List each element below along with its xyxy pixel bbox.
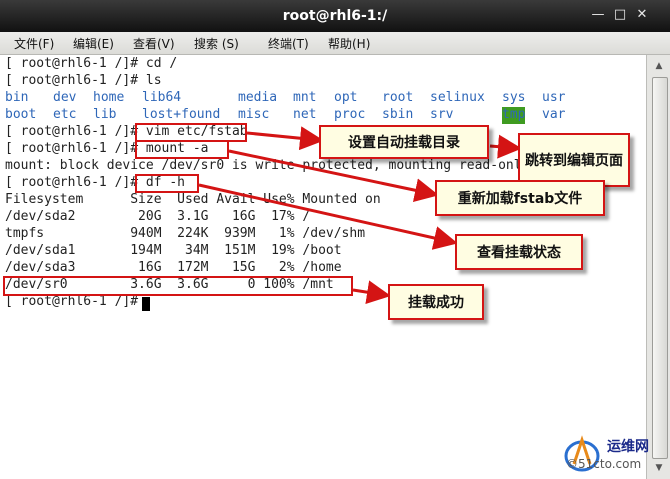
callout-check-mount: 查看挂载状态 [455, 234, 583, 270]
ls-entry: root [382, 90, 414, 105]
ls-entry: lib [93, 107, 117, 122]
ls-entry-highlighted: tmp [502, 107, 526, 124]
ls-entry: selinux [430, 90, 485, 105]
callout-jump-to-edit: 跳转到编辑页面 [518, 133, 630, 187]
callout-reload-fstab: 重新加载fstab文件 [435, 180, 605, 216]
window-titlebar: root@rhl6-1:/ — □ ✕ [0, 0, 670, 32]
vertical-scrollbar[interactable]: ▲ ▼ [646, 55, 670, 479]
ls-entry: mnt [293, 90, 317, 105]
ls-entry: lost+found [142, 107, 221, 122]
menu-file[interactable]: 文件(F) [14, 35, 54, 52]
terminal-line: tmpfs 940M 224K 939M 1% /dev/shm [5, 226, 366, 241]
ls-entry: bin [5, 90, 29, 105]
scrollbar-thumb[interactable] [652, 77, 668, 459]
terminal-cursor [142, 297, 150, 311]
menu-terminal[interactable]: 终端(T) [268, 35, 309, 52]
ls-entry: usr [542, 90, 566, 105]
ls-entry: etc [53, 107, 77, 122]
watermark-brand: 运维网 [607, 439, 649, 455]
terminal-line: /dev/sda2 20G 3.1G 16G 17% / [5, 209, 311, 224]
window-title: root@rhl6-1:/ [282, 8, 388, 24]
menu-search[interactable]: 搜索 (S) [194, 35, 239, 52]
ls-entry: srv [430, 107, 454, 122]
menu-bar: 文件(F) 编辑(E) 查看(V) 搜索 (S) 终端(T) 帮助(H) [0, 32, 670, 55]
minimize-button[interactable]: — [590, 7, 606, 23]
scroll-up-icon[interactable]: ▲ [651, 59, 667, 73]
ls-entry: net [293, 107, 317, 122]
menu-edit[interactable]: 编辑(E) [73, 35, 114, 52]
menu-help[interactable]: 帮助(H) [328, 35, 370, 52]
maximize-button[interactable]: □ [612, 7, 628, 23]
ls-entry: opt [334, 90, 358, 105]
ls-entry: boot [5, 107, 37, 122]
terminal-line: /dev/sda1 194M 34M 151M 19% /boot [5, 243, 342, 258]
terminal-line: /dev/sda3 16G 172M 15G 2% /home [5, 260, 342, 275]
ls-entry: var [542, 107, 566, 122]
ls-entry: lib64 [142, 90, 182, 105]
watermark-site: ©51cto.com [566, 457, 642, 471]
highlight-box-df [135, 174, 199, 193]
highlight-box-mount [135, 140, 229, 159]
terminal-line: [ root@rhl6-1 /]# [5, 294, 146, 309]
ls-entry: media [238, 90, 278, 105]
ls-entry: home [93, 90, 125, 105]
close-button[interactable]: ✕ [634, 7, 650, 23]
ls-entry: misc [238, 107, 270, 122]
ls-entry: dev [53, 90, 77, 105]
callout-set-mount-dir: 设置自动挂载目录 [319, 125, 489, 159]
menu-view[interactable]: 查看(V) [133, 35, 175, 52]
callout-mount-success: 挂载成功 [388, 284, 484, 320]
ls-entry: sbin [382, 107, 414, 122]
terminal-line: [ root@rhl6-1 /]# ls [5, 73, 162, 88]
highlight-box-sr0 [3, 276, 353, 296]
terminal-line: [ root@rhl6-1 /]# cd / [5, 56, 178, 71]
ls-entry: sys [502, 90, 526, 105]
terminal-line: mount: block device /dev/sr0 is write-pr… [5, 158, 530, 173]
ls-entry: proc [334, 107, 366, 122]
terminal-line: Filesystem Size Used Avail Use% Mounted … [5, 192, 381, 207]
